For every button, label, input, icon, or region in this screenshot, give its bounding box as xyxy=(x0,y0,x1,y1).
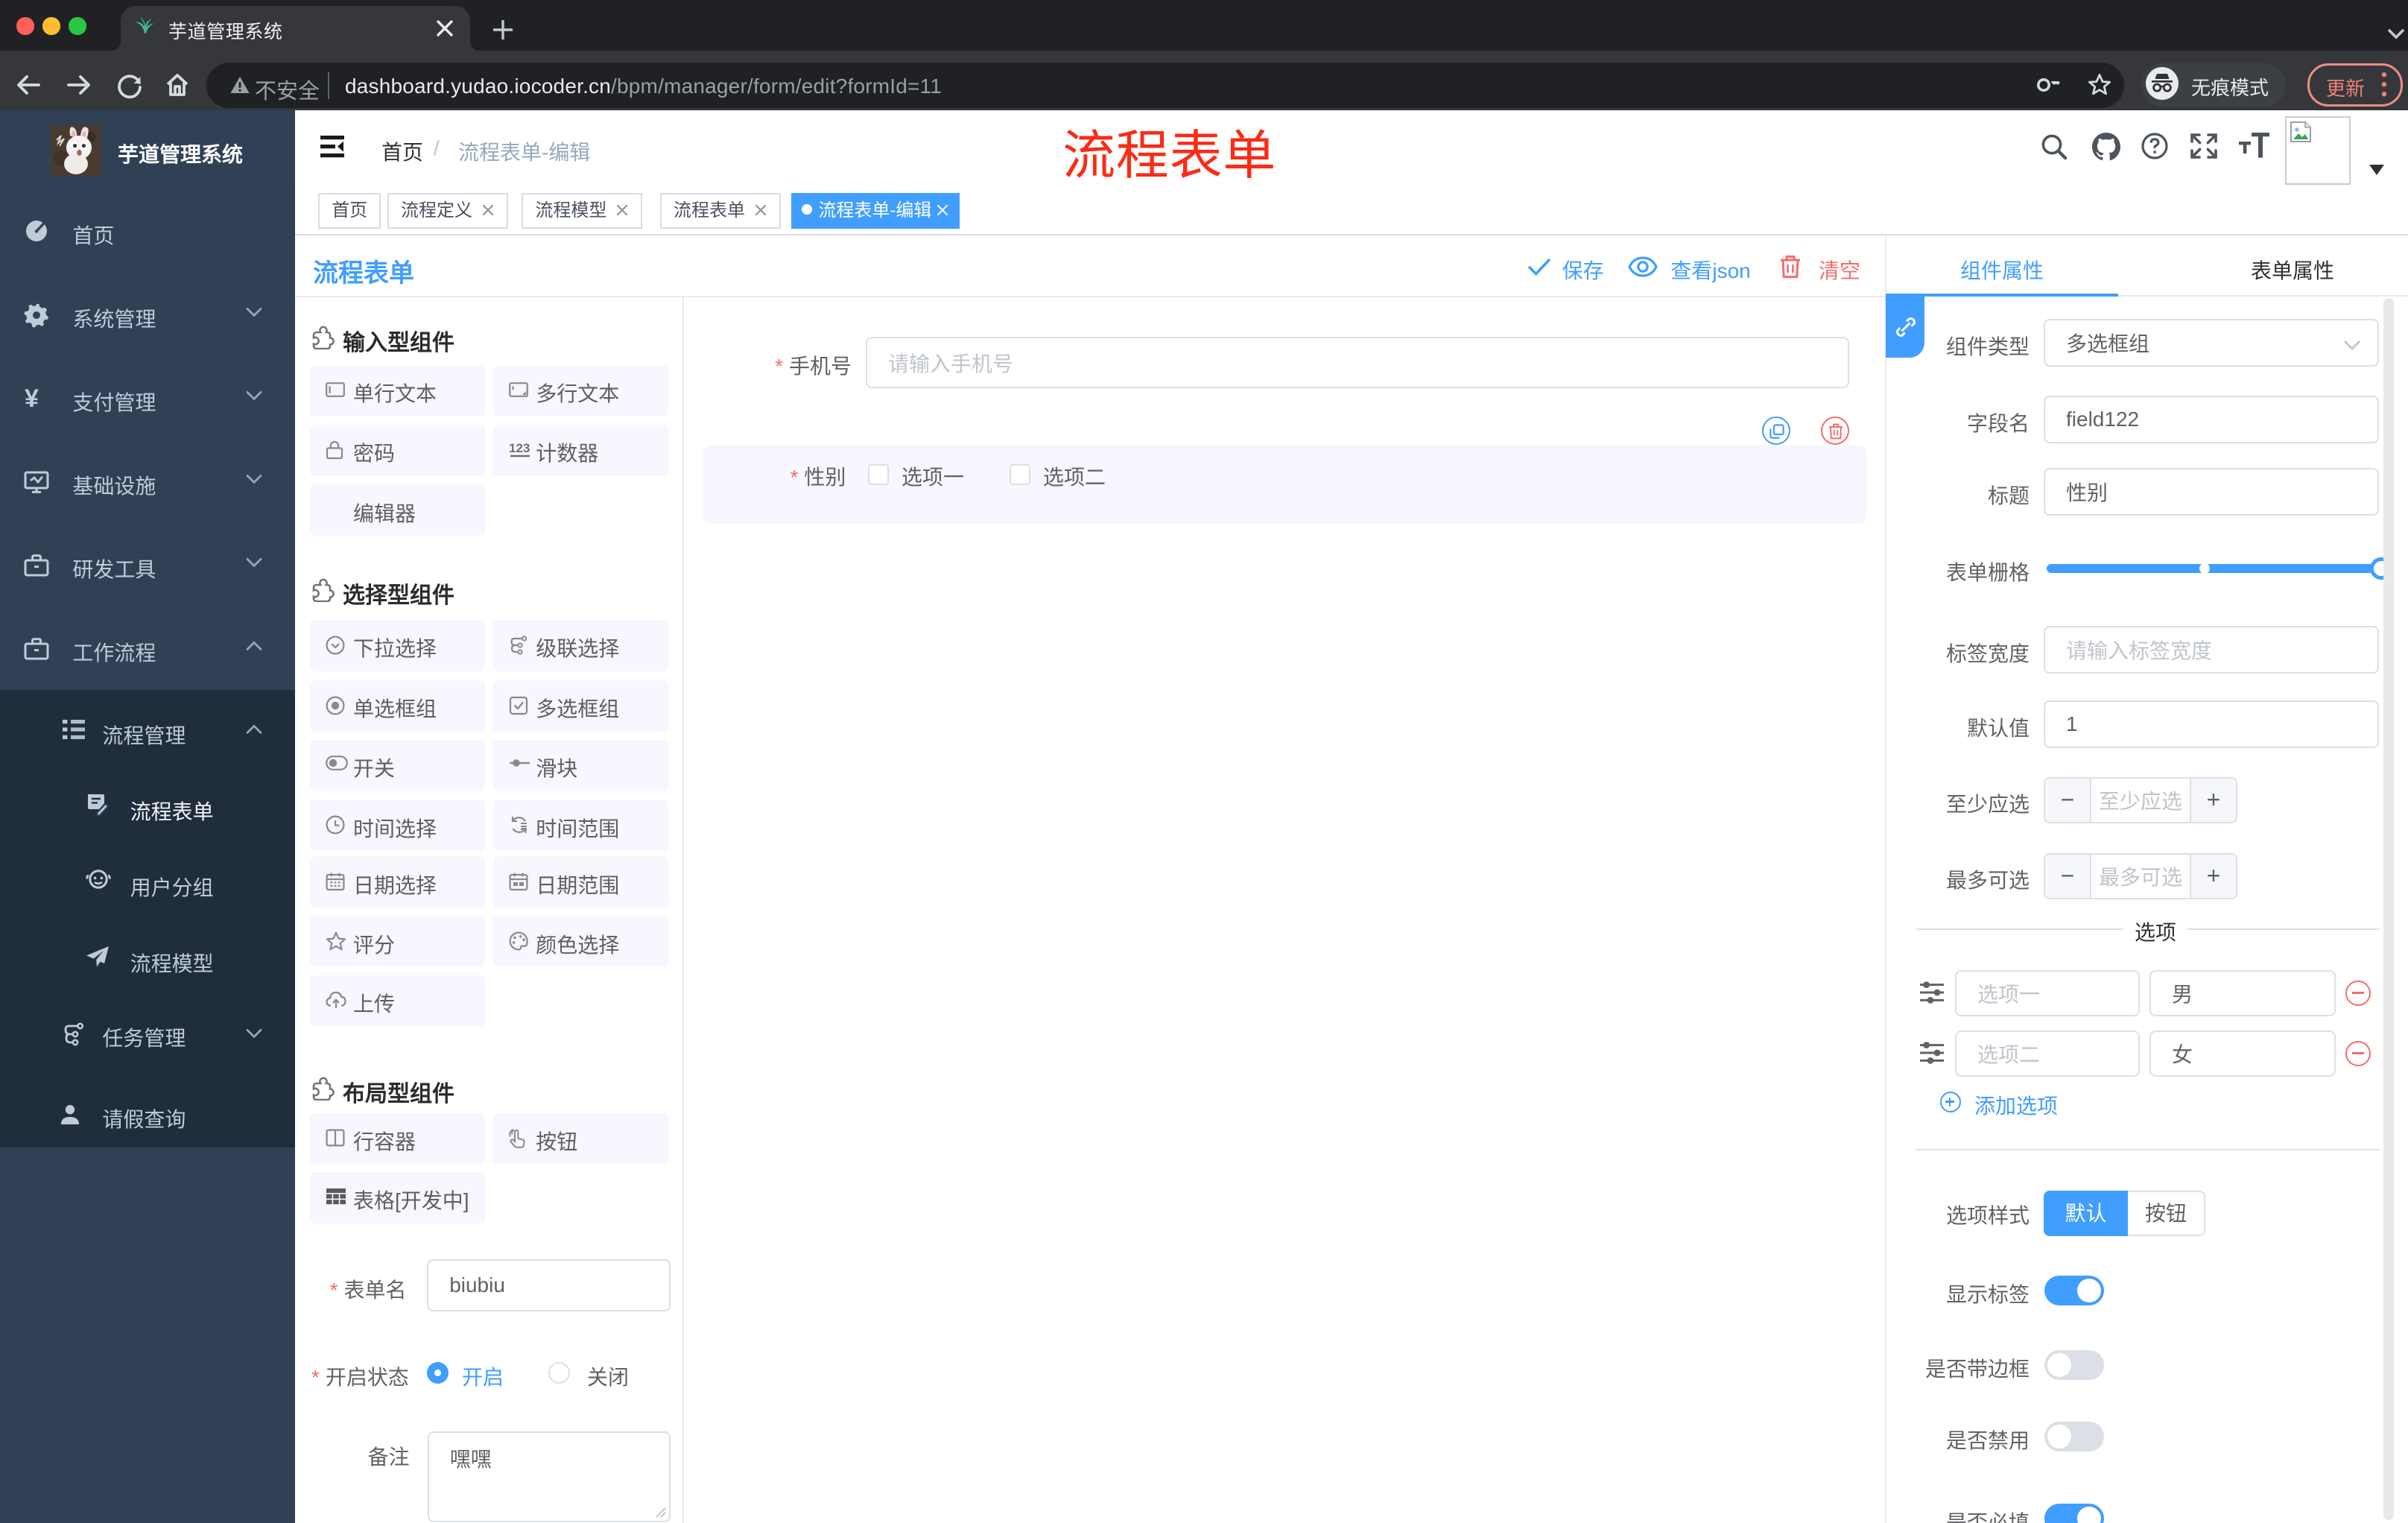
svg-text:123: 123 xyxy=(509,441,530,455)
